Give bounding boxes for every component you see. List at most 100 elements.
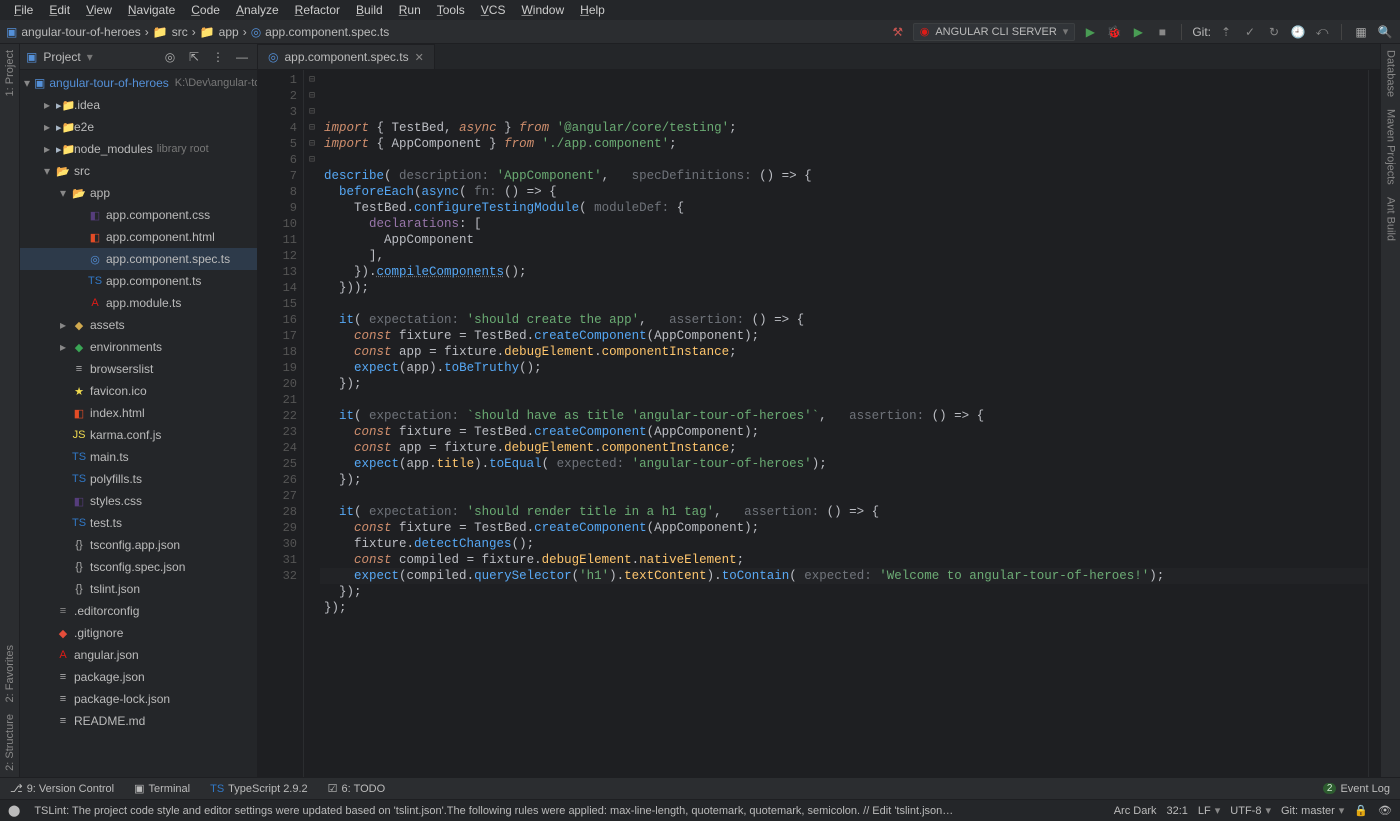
file-icon: ◎ [268,50,278,64]
build-icon[interactable]: ⚒ [889,23,907,41]
menu-code[interactable]: Code [183,3,228,17]
tree-item[interactable]: {}tsconfig.app.json [20,534,257,556]
tree-item[interactable]: ≡package.json [20,666,257,688]
run-icon[interactable]: ▶ [1081,23,1099,41]
status-lock-icon[interactable]: 🔒 [1354,804,1368,817]
stop-icon[interactable]: ■ [1153,23,1171,41]
tree-item[interactable]: {}tsconfig.spec.json [20,556,257,578]
tree-item[interactable]: TSpolyfills.ts [20,468,257,490]
tree-item[interactable]: TStest.ts [20,512,257,534]
menu-view[interactable]: View [78,3,120,17]
tree-item[interactable]: ★favicon.ico [20,380,257,402]
tool-project[interactable]: 1: Project [4,44,16,102]
vcs-update-icon[interactable]: ⇡ [1217,23,1235,41]
marker-bar[interactable] [1368,70,1380,777]
settings-icon[interactable]: ⋮ [209,48,227,66]
menu-analyze[interactable]: Analyze [228,3,287,17]
event-count-badge: 2 [1323,783,1337,794]
vcs-revert-icon[interactable]: ⤺ [1313,23,1331,41]
tree-item[interactable]: ◎app.component.spec.ts [20,248,257,270]
tree-item[interactable]: ▸◆assets [20,314,257,336]
tree-item[interactable]: ◧app.component.html [20,226,257,248]
menu-help[interactable]: Help [572,3,613,17]
collapse-icon[interactable]: ⇱ [185,48,203,66]
vcs-history-icon[interactable]: 🕘 [1289,23,1307,41]
vcs-commit-icon[interactable]: ✓ [1241,23,1259,41]
tool-favorites[interactable]: 2: Favorites [4,639,16,708]
close-icon[interactable]: ✕ [415,51,424,64]
status-message: TSLint: The project code style and edito… [34,805,954,817]
menu-tools[interactable]: Tools [429,3,473,17]
tree-item[interactable]: ▸▸📁.idea [20,94,257,116]
vcs-tool[interactable]: ⎇9: Version Control [0,782,124,795]
project-icon: ▣ [26,50,37,64]
locate-icon[interactable]: ◎ [161,48,179,66]
terminal-tool[interactable]: ▣Terminal [124,782,200,795]
tree-item[interactable]: ≡README.md [20,710,257,732]
bottom-tool-stripe: ⎇9: Version Control ▣Terminal TSTypeScri… [0,777,1400,799]
tree-item[interactable]: {}tslint.json [20,578,257,600]
status-encoding[interactable]: UTF-8 [1230,804,1271,817]
tree-item[interactable]: ◧index.html [20,402,257,424]
ide-grid-icon[interactable]: ▦ [1352,23,1370,41]
status-theme[interactable]: Arc Dark [1114,805,1157,817]
tree-item[interactable]: ▸▸📁node_modules library root [20,138,257,160]
tree-item[interactable]: TSmain.ts [20,446,257,468]
tree-item[interactable]: Aapp.module.ts [20,292,257,314]
breadcrumb-item[interactable]: 📁app [200,25,239,39]
tool-maven[interactable]: Maven Projects [1385,103,1397,191]
tab-title: app.component.spec.ts [284,50,408,64]
code-editor[interactable]: import { TestBed, async } from '@angular… [320,70,1368,777]
menu-build[interactable]: Build [348,3,391,17]
breadcrumb-item[interactable]: ▣angular-tour-of-heroes [6,25,141,39]
project-tree[interactable]: ▾ ▣ angular-tour-of-heroes K:\Dev\angula… [20,70,257,777]
tool-ant[interactable]: Ant Build [1385,191,1397,247]
tree-item[interactable]: ▸◆environments [20,336,257,358]
fold-gutter[interactable]: ⊟⊟⊟⊟⊟⊟ [304,70,320,777]
status-inspect-icon[interactable]: 👁 [1378,804,1392,817]
menu-window[interactable]: Window [513,3,572,17]
tree-item[interactable]: ≡browserslist [20,358,257,380]
tree-item[interactable]: Aangular.json [20,644,257,666]
right-tool-stripe: Database Maven Projects Ant Build [1380,44,1400,777]
tree-item[interactable]: JSkarma.conf.js [20,424,257,446]
left-tool-stripe: 1: Project 2: Favorites 2: Structure [0,44,20,777]
tree-item[interactable]: ≡package-lock.json [20,688,257,710]
tree-item[interactable]: ≡.editorconfig [20,600,257,622]
menu-refactor[interactable]: Refactor [287,3,348,17]
tool-database[interactable]: Database [1385,44,1397,103]
todo-tool[interactable]: ☑6: TODO [318,782,395,795]
status-caret[interactable]: 32:1 [1167,805,1188,817]
search-everywhere-icon[interactable]: 🔍 [1376,23,1394,41]
debug-icon[interactable]: 🐞 [1105,23,1123,41]
tree-item[interactable]: ◧styles.css [20,490,257,512]
status-line-sep[interactable]: LF [1198,804,1220,817]
run-config-label: ANGULAR CLI SERVER [935,26,1056,38]
tree-item[interactable]: ◧app.component.css [20,204,257,226]
editor-tab[interactable]: ◎ app.component.spec.ts ✕ [258,44,435,69]
tree-item[interactable]: ◆.gitignore [20,622,257,644]
status-tslint-icon: ⬤ [8,804,20,817]
project-panel-title: Project [43,50,80,64]
tree-item[interactable]: ▸▸📁e2e [20,116,257,138]
menu-vcs[interactable]: VCS [473,3,514,17]
menu-edit[interactable]: Edit [41,3,78,17]
event-log[interactable]: 2 Event Log [1313,783,1400,795]
menu-file[interactable]: File [6,3,41,17]
tool-structure[interactable]: 2: Structure [4,708,16,777]
hide-icon[interactable]: — [233,48,251,66]
tree-item[interactable]: ▾📂app [20,182,257,204]
typescript-tool[interactable]: TSTypeScript 2.9.2 [200,783,318,795]
coverage-icon[interactable]: ▶ [1129,23,1147,41]
run-config-selector[interactable]: ◉ ANGULAR CLI SERVER ▾ [913,23,1076,41]
vcs-push-icon[interactable]: ↻ [1265,23,1283,41]
tree-item[interactable]: TSapp.component.ts [20,270,257,292]
breadcrumb-item[interactable]: 📁src [153,25,188,39]
breadcrumb-item[interactable]: ◎app.component.spec.ts [251,25,390,39]
menu-navigate[interactable]: Navigate [120,3,183,17]
status-branch[interactable]: Git: master [1281,804,1344,817]
git-label: Git: [1192,25,1211,39]
tree-root[interactable]: ▾ ▣ angular-tour-of-heroes K:\Dev\angula… [20,72,257,94]
tree-item[interactable]: ▾📂src [20,160,257,182]
menu-run[interactable]: Run [391,3,429,17]
